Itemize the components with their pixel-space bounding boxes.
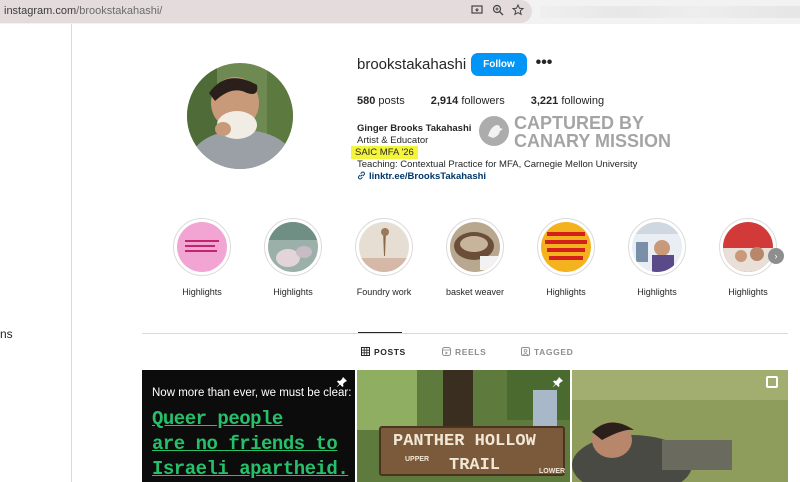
sign-text: PANTHER HOLLOW — [393, 432, 536, 451]
highlight-item[interactable]: Highlights — [531, 218, 601, 297]
sign-small-text: UPPER — [405, 456, 430, 463]
highlight-label: basket weaver — [445, 287, 505, 297]
tagged-icon — [521, 347, 530, 356]
install-app-icon[interactable] — [470, 4, 484, 18]
post-text-line: Now more than ever, we must be clear: — [152, 387, 352, 399]
carousel-icon — [766, 376, 778, 388]
post-text-headline: are no friends to — [152, 433, 338, 455]
url-text: instagram.com/brookstakahashi/ — [4, 5, 163, 17]
blurred-toolbar — [540, 6, 800, 18]
bio-line: Artist & Educator — [357, 135, 429, 146]
post-tile[interactable]: PANTHER HOLLOW UPPER TRAIL LOWER — [357, 370, 570, 482]
grid-icon — [361, 347, 370, 356]
highlight-cover — [723, 222, 773, 272]
highlight-cover — [268, 222, 318, 272]
tab-posts[interactable]: POSTS — [361, 347, 406, 357]
post-text-headline: Queer people — [152, 408, 283, 430]
post-tile[interactable]: Now more than ever, we must be clear: Qu… — [142, 370, 355, 482]
following-stat[interactable]: 3,221 following — [531, 95, 604, 107]
highlight-item[interactable]: Highlights — [622, 218, 692, 297]
url-field[interactable]: instagram.com/brookstakahashi/ — [0, 0, 532, 23]
bio-line: Teaching: Contextual Practice for MFA, C… — [357, 159, 638, 170]
link-icon — [357, 171, 366, 183]
canary-logo-icon — [479, 116, 509, 146]
highlight-cover — [359, 222, 409, 272]
highlight-cover — [632, 222, 682, 272]
sign-small-text: LOWER — [539, 468, 566, 475]
profile-username: brookstakahashi — [357, 56, 467, 73]
browser-address-bar: instagram.com/brookstakahashi/ — [0, 0, 800, 24]
highlight-item[interactable]: Highlights — [167, 218, 237, 297]
highlight-label: Highlights — [182, 287, 222, 297]
highlight-item[interactable]: basket weaver — [440, 218, 510, 297]
highlight-label: Highlights — [546, 287, 586, 297]
highlight-cover — [541, 222, 591, 272]
follow-button[interactable]: Follow — [471, 53, 527, 76]
active-tab-indicator — [358, 332, 402, 333]
highlight-label: Highlights — [273, 287, 313, 297]
post-text-headline: Israeli apartheid. — [152, 458, 349, 480]
highlight-label: Foundry work — [356, 287, 412, 297]
highlight-item[interactable]: Foundry work — [349, 218, 419, 297]
bio-link[interactable]: linktr.ee/BrooksTakahashi — [357, 171, 486, 183]
post-tile[interactable] — [572, 370, 788, 482]
profile-full-name: Ginger Brooks Takahashi — [357, 123, 472, 134]
posts-stat: 580 posts — [357, 95, 405, 107]
highlight-label: Highlights — [637, 287, 677, 297]
watermark-line2: CANARY MISSION — [514, 131, 672, 151]
reels-icon — [442, 347, 451, 356]
sign-text: TRAIL — [449, 456, 501, 475]
more-options-icon[interactable]: ••• — [533, 52, 555, 76]
pinned-icon — [336, 376, 348, 388]
trail-sign: PANTHER HOLLOW UPPER TRAIL LOWER — [379, 426, 565, 476]
highlight-label: Highlights — [728, 287, 768, 297]
highlight-item[interactable]: Highlights — [258, 218, 328, 297]
sidebar-item-label[interactable]: ns — [0, 327, 13, 341]
followers-stat[interactable]: 2,914 followers — [431, 95, 505, 107]
highlight-cover — [177, 222, 227, 272]
post-photo-background — [572, 370, 788, 482]
highlight-cover — [450, 222, 500, 272]
bookmark-star-icon[interactable] — [511, 3, 525, 18]
bio-line-highlighted: SAIC MFA '26 — [351, 146, 418, 159]
tabs-divider — [142, 333, 788, 334]
highlights-next-icon[interactable]: › — [768, 248, 784, 264]
tab-reels[interactable]: REELS — [442, 347, 486, 357]
zoom-icon[interactable] — [491, 4, 505, 18]
profile-avatar[interactable] — [187, 63, 293, 169]
left-sidebar: ns — [0, 24, 72, 482]
tab-tagged[interactable]: TAGGED — [521, 347, 573, 357]
pinned-icon — [552, 376, 564, 388]
watermark: CAPTURED BY CANARY MISSION — [479, 113, 679, 151]
profile-stats: 580 posts 2,914 followers 3,221 followin… — [357, 95, 604, 107]
